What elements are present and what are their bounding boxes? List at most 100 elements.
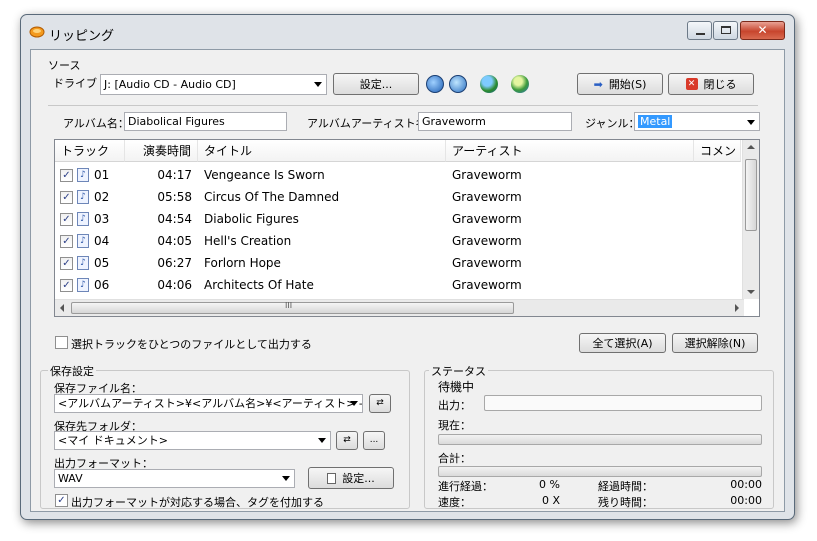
header-comment[interactable]: コメン: [694, 140, 741, 162]
current-label: 現在：: [438, 419, 471, 432]
album-label: アルバム名：: [63, 117, 129, 130]
track-number: 06: [94, 278, 110, 292]
genre-chevron-down-icon: [747, 120, 755, 125]
maximize-button[interactable]: [713, 21, 738, 40]
drive-settings-button[interactable]: 設定...: [333, 73, 419, 95]
album-input[interactable]: Diabolical Figures: [124, 112, 287, 131]
header-track[interactable]: トラック: [55, 140, 125, 162]
track-checkbox[interactable]: ✓: [60, 235, 73, 248]
track-checkbox[interactable]: ✓: [60, 213, 73, 226]
globe-icon[interactable]: [480, 75, 498, 93]
elapsed-label: 経過時間：: [598, 480, 653, 493]
track-artist: Graveworm: [452, 256, 522, 270]
scroll-up-icon[interactable]: [747, 145, 755, 149]
track-artist: Graveworm: [452, 190, 522, 204]
table-row[interactable]: ✓ ♪ 01 04:17 Vengeance Is Sworn Gravewor…: [55, 164, 741, 186]
folder-refresh-button[interactable]: ⇄: [336, 431, 358, 450]
track-number: 03: [94, 212, 110, 226]
start-button[interactable]: ➡ 開始(S): [577, 73, 663, 95]
album-artist-input[interactable]: Graveworm: [418, 112, 572, 131]
track-duration: 05:58: [157, 190, 192, 204]
format-chevron-down-icon: [282, 476, 290, 481]
music-note-icon: ♪: [77, 212, 89, 226]
header-title[interactable]: タイトル: [198, 140, 446, 162]
drive-select[interactable]: J: [Audio CD - Audio CD]: [100, 74, 327, 95]
table-row[interactable]: ✓ ♪ 06 04:06 Architects Of Hate Gravewor…: [55, 274, 741, 296]
music-note-icon: ♪: [77, 234, 89, 248]
select-all-button[interactable]: 全て選択(A): [579, 333, 666, 353]
drive-settings-label: 設定...: [359, 78, 393, 91]
track-artist: Graveworm: [452, 278, 522, 292]
scroll-right-icon[interactable]: [735, 304, 739, 312]
scroll-grip: III: [285, 301, 293, 310]
scroll-left-icon[interactable]: [60, 304, 64, 312]
remaining-label: 残り時間：: [598, 496, 653, 509]
horizontal-scroll-thumb[interactable]: III: [71, 301, 514, 314]
window-close-button[interactable]: ✕: [740, 21, 785, 40]
speed-value: 0 X: [541, 494, 560, 507]
filename-refresh-button[interactable]: ⇄: [369, 394, 391, 413]
search-cd-icon[interactable]: [426, 75, 444, 93]
total-progress-bar: [438, 466, 762, 477]
total-label: 合計：: [438, 452, 471, 465]
music-note-icon: ♪: [77, 278, 89, 292]
track-title: Circus Of The Damned: [204, 190, 340, 204]
horizontal-scrollbar[interactable]: III: [55, 299, 744, 316]
track-checkbox[interactable]: ✓: [60, 257, 73, 270]
format-settings-button[interactable]: 設定...: [308, 467, 394, 489]
genre-label: ジャンル：: [585, 117, 640, 130]
drive-value: J: [Audio CD - Audio CD]: [104, 78, 236, 91]
progress-value: 0 %: [539, 478, 560, 491]
header-artist[interactable]: アーティスト: [446, 140, 694, 162]
status-group-label: ステータス: [429, 363, 488, 379]
window-title: リッピング: [49, 29, 115, 44]
start-label: 開始(S): [608, 78, 647, 91]
track-duration: 04:05: [157, 234, 192, 248]
track-checkbox[interactable]: ✓: [60, 169, 73, 182]
header-duration[interactable]: 演奏時間: [125, 140, 198, 162]
globe-edit-icon[interactable]: [511, 75, 529, 93]
folder-select[interactable]: <マイ ドキュメント>: [54, 431, 331, 450]
client-area: ソース ドライブ J: [Audio CD - Audio CD] 設定... …: [30, 49, 785, 512]
close-icon: ✕: [757, 23, 768, 37]
track-checkbox[interactable]: ✓: [60, 279, 73, 292]
filename-select[interactable]: <アルバムアーティスト>¥<アルバム名>¥<アーティスト> - <アルバ: [54, 394, 363, 413]
scroll-down-icon[interactable]: [747, 290, 755, 294]
deselect-button[interactable]: 選択解除(N): [672, 333, 758, 353]
table-row[interactable]: ✓ ♪ 05 06:27 Forlorn Hope Graveworm: [55, 252, 741, 274]
track-checkbox[interactable]: ✓: [60, 191, 73, 204]
close-label: 閉じる: [703, 78, 737, 91]
table-row[interactable]: ✓ ♪ 02 05:58 Circus Of The Damned Gravew…: [55, 186, 741, 208]
speed-label: 速度：: [438, 496, 471, 509]
track-artist: Graveworm: [452, 234, 522, 248]
table-row[interactable]: ✓ ♪ 04 04:05 Hell's Creation Graveworm: [55, 230, 741, 252]
single-file-label: 選択トラックをひとつのファイルとして出力する: [71, 338, 312, 351]
elapsed-value: 00:00: [730, 478, 762, 491]
output-label: 出力：: [438, 399, 471, 412]
progress-label: 進行経過：: [438, 480, 493, 493]
search-cd-alt-icon[interactable]: [449, 75, 467, 93]
music-note-icon: ♪: [77, 168, 89, 182]
track-duration: 06:27: [157, 256, 192, 270]
table-row[interactable]: ✓ ♪ 03 04:54 Diabolic Figures Graveworm: [55, 208, 741, 230]
genre-select[interactable]: Metal: [634, 112, 760, 131]
select-all-label: 全て選択(A): [592, 337, 653, 350]
close-x-icon: ✕: [685, 78, 698, 90]
filename-chevron-down-icon: [350, 401, 358, 406]
maximize-icon: [721, 26, 731, 34]
single-file-checkbox[interactable]: [55, 336, 68, 349]
tag-checkbox[interactable]: ✓: [55, 494, 68, 507]
track-duration: 04:54: [157, 212, 192, 226]
minimize-button[interactable]: [687, 21, 712, 40]
format-select[interactable]: WAV: [54, 469, 295, 488]
app-icon: [29, 26, 45, 38]
vertical-scroll-thumb[interactable]: [745, 159, 757, 231]
track-list[interactable]: トラック 演奏時間 タイトル アーティスト コメン ✓ ♪ 01 04:17 V…: [54, 139, 760, 317]
vertical-scrollbar[interactable]: [742, 140, 759, 299]
source-group-label: ソース: [48, 59, 81, 72]
close-button[interactable]: ✕ 閉じる: [668, 73, 754, 95]
track-artist: Graveworm: [452, 168, 522, 182]
refresh-icon: ⇄: [376, 398, 384, 408]
music-note-icon: ♪: [77, 190, 89, 204]
browse-button[interactable]: ...: [363, 431, 385, 450]
